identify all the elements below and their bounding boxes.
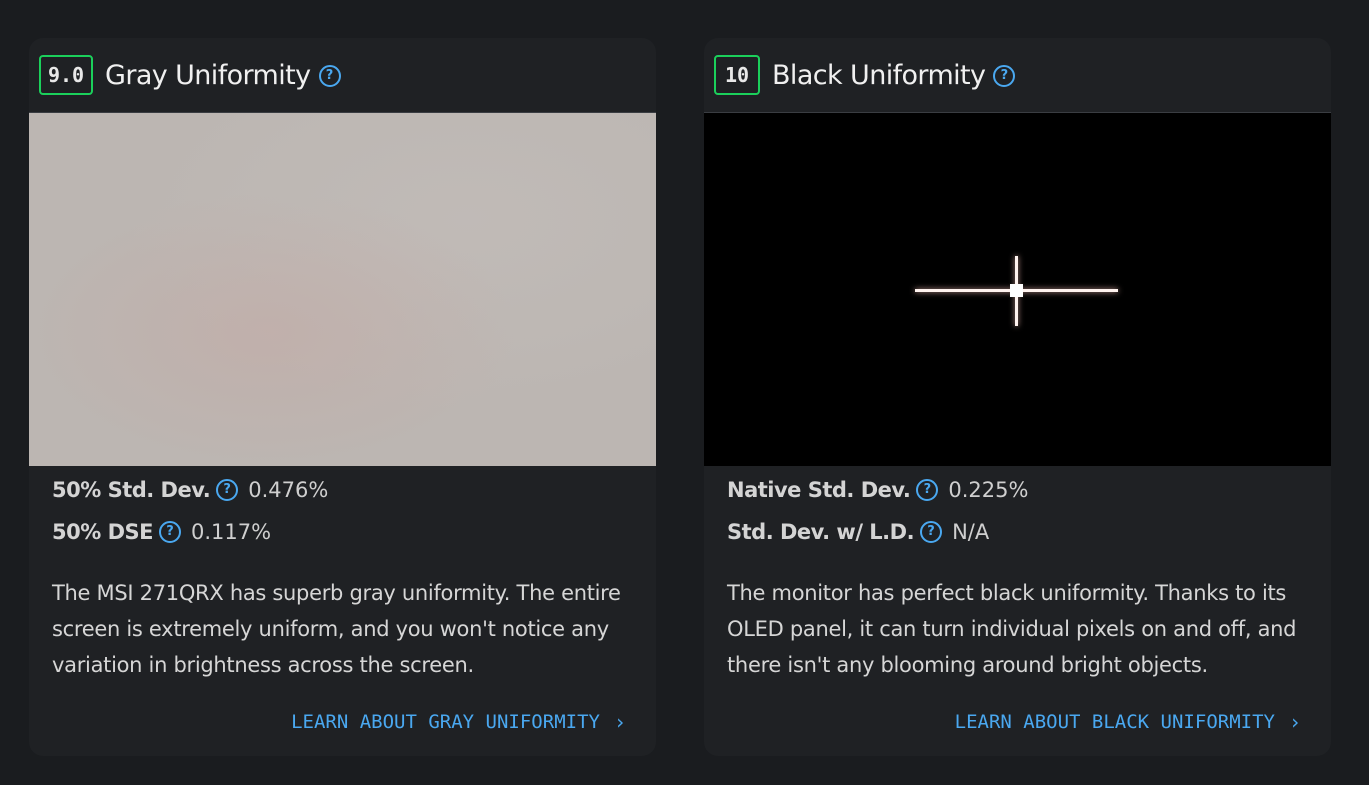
chevron-right-icon: › <box>613 710 626 734</box>
help-icon[interactable]: ? <box>993 65 1016 87</box>
gray-uniformity-photo <box>29 112 656 466</box>
chevron-right-icon: › <box>1288 710 1301 734</box>
stat-value: 0.476% <box>248 478 329 502</box>
black-uniformity-description: The monitor has perfect black uniformity… <box>727 581 1297 677</box>
gray-stat-dse: 50% DSE ? 0.117% <box>52 518 271 546</box>
gray-uniformity-score-badge: 9.0 <box>39 55 93 95</box>
help-icon[interactable]: ? <box>318 65 341 87</box>
gray-uniformity-title: Gray Uniformity <box>105 59 311 91</box>
black-uniformity-title: Black Uniformity <box>772 59 986 91</box>
help-icon[interactable]: ? <box>216 479 239 501</box>
link-label[interactable]: LEARN ABOUT GRAY UNIFORMITY <box>291 711 600 733</box>
stat-label: 50% DSE <box>52 520 153 544</box>
help-icon[interactable]: ? <box>916 479 939 501</box>
help-icon[interactable]: ? <box>920 521 943 543</box>
link-label[interactable]: LEARN ABOUT BLACK UNIFORMITY <box>955 711 1275 733</box>
gray-uniformity-header: 9.0 Gray Uniformity ? <box>39 53 341 97</box>
black-uniformity-card: 10 Black Uniformity ? Native Std. Dev. ?… <box>704 38 1331 756</box>
stat-label: 50% Std. Dev. <box>52 478 211 502</box>
black-stat-native-std-dev: Native Std. Dev. ? 0.225% <box>727 476 1028 504</box>
black-stat-std-dev-ld: Std. Dev. w/ L.D. ? N/A <box>727 518 989 546</box>
crosshair-center <box>1010 284 1023 297</box>
learn-about-black-uniformity-link[interactable]: LEARN ABOUT BLACK UNIFORMITY › <box>955 710 1301 734</box>
black-uniformity-score-badge: 10 <box>714 55 760 95</box>
black-uniformity-header: 10 Black Uniformity ? <box>714 53 1016 97</box>
gray-uniformity-description: The MSI 271QRX has superb gray uniformit… <box>52 581 621 677</box>
gray-stat-std-dev: 50% Std. Dev. ? 0.476% <box>52 476 328 504</box>
gray-uniformity-card: 9.0 Gray Uniformity ? 50% Std. Dev. ? 0.… <box>29 38 656 756</box>
stat-label: Native Std. Dev. <box>727 478 911 502</box>
stat-label: Std. Dev. w/ L.D. <box>727 520 915 544</box>
help-icon[interactable]: ? <box>158 521 181 543</box>
stat-value: N/A <box>952 520 990 544</box>
black-uniformity-photo <box>704 112 1331 466</box>
stat-value: 0.225% <box>948 478 1029 502</box>
learn-about-gray-uniformity-link[interactable]: LEARN ABOUT GRAY UNIFORMITY › <box>291 710 626 734</box>
stat-value: 0.117% <box>190 520 272 544</box>
